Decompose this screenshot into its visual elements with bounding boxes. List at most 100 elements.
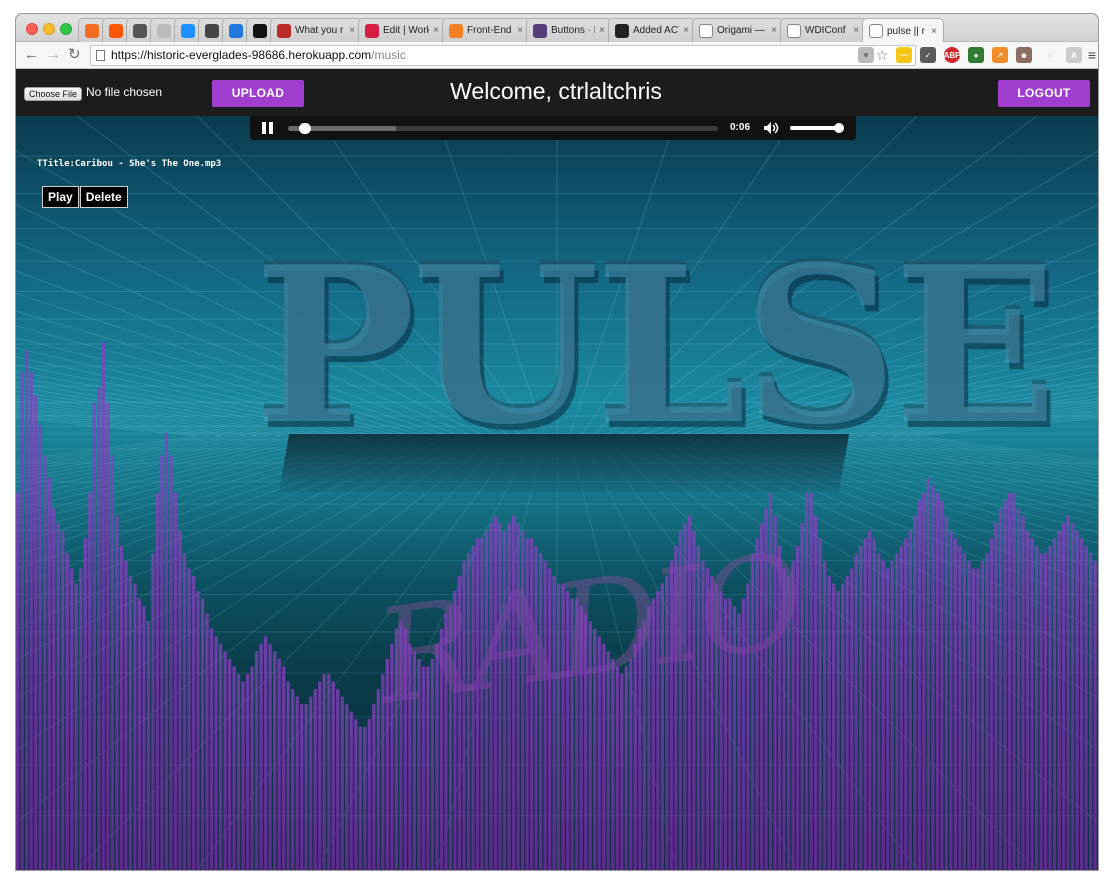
spectrum-bar	[83, 538, 87, 870]
spectrum-bar	[647, 606, 651, 870]
choose-file-button[interactable]: Choose File	[24, 87, 83, 101]
spectrum-bar	[579, 606, 583, 870]
maximize-window-button[interactable]	[60, 23, 72, 35]
page-icon	[96, 50, 105, 61]
spectrum-bar	[854, 553, 858, 870]
page-icon	[787, 23, 801, 38]
spectrum-bar	[728, 598, 732, 870]
spectrum-bar	[723, 598, 728, 870]
spectrum-bar	[642, 621, 646, 870]
minimize-window-button[interactable]	[43, 23, 55, 35]
logout-button[interactable]: LOGOUT	[998, 80, 1090, 107]
spectrum-bar	[1007, 493, 1012, 870]
spectrum-bar	[895, 553, 899, 870]
spectrum-bar	[543, 560, 547, 870]
spectrum-bar	[331, 681, 335, 870]
back-arrow-icon[interactable]: ←	[24, 46, 39, 64]
spectrum-bar	[741, 598, 746, 870]
spectrum-bar	[863, 538, 867, 870]
spectrum-bar	[124, 560, 128, 870]
volume-handle[interactable]	[834, 123, 844, 133]
shield-icon[interactable]: ▼	[858, 47, 874, 63]
ext-chart-icon[interactable]: ↗	[992, 47, 1008, 63]
spectrum-bar	[782, 568, 786, 870]
bookmark-star-icon[interactable]: ☆	[874, 47, 890, 63]
song-title: TTitle:Caribou - She's The One.mp3	[37, 159, 222, 169]
seek-track[interactable]	[288, 126, 718, 131]
spectrum-bar	[868, 530, 872, 870]
close-window-button[interactable]	[26, 23, 38, 35]
spectrum-bar	[1043, 553, 1048, 870]
browser-tab[interactable]: Added ACTI ×	[608, 18, 696, 42]
spectrum-bar	[137, 598, 142, 870]
page-icon	[869, 24, 883, 38]
ext-pocket-icon[interactable]: ✓	[920, 47, 936, 63]
ext-a-icon[interactable]: A	[1066, 47, 1082, 63]
tab-title: Origami — D	[717, 25, 767, 36]
delete-button[interactable]: Delete	[79, 186, 128, 208]
spectrum-bar	[710, 575, 714, 870]
trello-icon	[229, 23, 243, 38]
ext-adblock-icon[interactable]: ABP	[944, 47, 960, 63]
address-bar[interactable]: https://historic-everglades-98686.heroku…	[90, 45, 916, 66]
seek-handle[interactable]	[298, 123, 311, 134]
spectrum-bar	[899, 545, 903, 870]
spectrum-bar	[557, 583, 561, 870]
spectrum-bar	[971, 568, 976, 870]
play-button[interactable]: Play	[42, 186, 79, 208]
spectrum-bar	[272, 651, 277, 870]
spectrum-bar	[629, 658, 633, 870]
spectrum-bar	[16, 493, 20, 870]
tab-close-icon[interactable]: ×	[931, 26, 937, 37]
browser-tab[interactable]: WDIConf ×	[780, 18, 866, 42]
tab-close-icon[interactable]: ×	[433, 25, 439, 36]
spectrum-bar	[336, 689, 340, 870]
spectrum-bar	[259, 643, 263, 870]
ext-ghost-icon[interactable]: ○	[1042, 47, 1058, 63]
tab-close-icon[interactable]: ×	[349, 25, 355, 36]
browser-tab[interactable]: Origami — D ×	[692, 18, 784, 42]
spectrum-bar	[403, 628, 408, 870]
browser-tab[interactable]: Front-End C ×	[442, 18, 530, 42]
tab-title: Added ACTI	[633, 25, 679, 36]
spectrum-bar	[516, 523, 520, 870]
spectrum-bar	[872, 538, 876, 870]
upload-button[interactable]: UPLOAD	[212, 80, 304, 107]
tab-close-icon[interactable]: ×	[599, 25, 605, 36]
spectrum-bar	[529, 538, 534, 870]
ext-lastpass-icon[interactable]: ⋯	[896, 47, 912, 63]
menu-icon[interactable]: ≡	[1084, 47, 1098, 63]
spectrum-bar	[845, 575, 849, 870]
tab-close-icon[interactable]: ×	[771, 25, 777, 36]
ext-green-icon[interactable]: ●	[968, 47, 984, 63]
browser-tab[interactable]: Buttons · Bo ×	[526, 18, 612, 42]
spectrum-bar	[245, 673, 250, 870]
spectrum-bar	[327, 673, 331, 870]
spectrum-bar	[547, 568, 552, 870]
ext-avatar-icon[interactable]: ☻	[1016, 47, 1032, 63]
tab-close-icon[interactable]: ×	[683, 25, 689, 36]
volume-slider[interactable]	[790, 126, 840, 130]
pause-icon[interactable]	[262, 122, 274, 134]
spectrum-bar	[300, 704, 304, 870]
tab-close-icon[interactable]: ×	[517, 25, 523, 36]
browser-tab[interactable]: pulse || r ×	[862, 18, 944, 43]
spectrum-bar	[998, 508, 1003, 870]
browser-tab[interactable]: What you r ×	[270, 18, 362, 42]
tab-title: WDIConf	[805, 25, 846, 36]
quora-icon	[277, 23, 291, 38]
spectrum-bar	[79, 568, 83, 870]
spectrum-bar	[538, 553, 543, 870]
spectrum-bar	[146, 621, 151, 870]
browser-tab[interactable]: Edit | Work ×	[358, 18, 446, 42]
reload-icon[interactable]: ↻	[68, 46, 81, 64]
spectrum-bar	[755, 538, 759, 870]
tab-close-icon[interactable]: ×	[853, 25, 859, 36]
spectrum-bar	[385, 658, 389, 870]
spectrum-bar	[20, 372, 24, 870]
volume-icon[interactable]	[764, 122, 780, 134]
spectrum-bar	[61, 530, 65, 870]
spectrum-bar	[25, 349, 29, 870]
spectrum-bar	[1021, 515, 1025, 870]
forward-arrow-icon[interactable]: →	[46, 46, 61, 64]
